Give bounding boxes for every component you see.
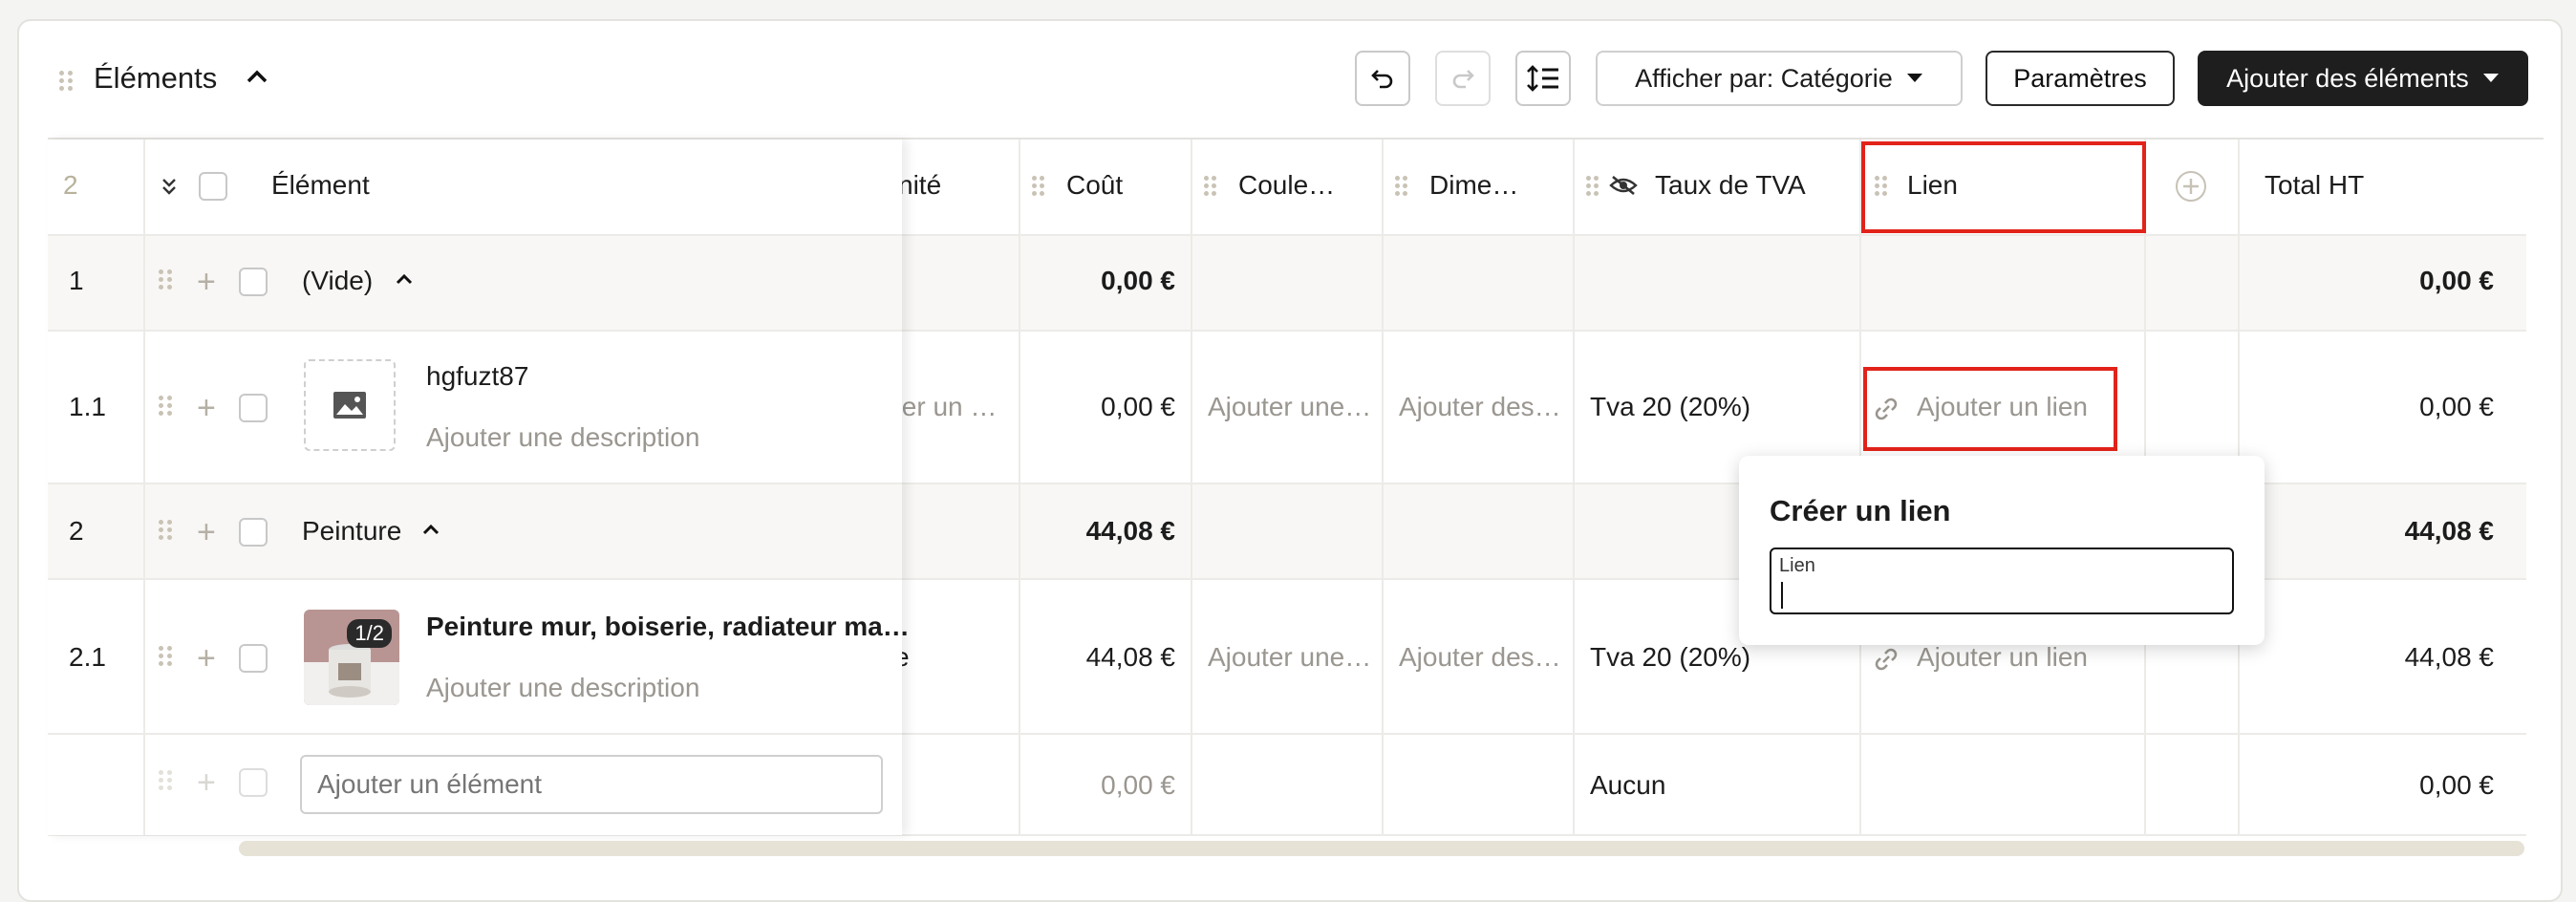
- row-count: 2: [63, 170, 78, 200]
- line-height-icon: [1527, 65, 1558, 92]
- row-drag-icon: [159, 770, 172, 791]
- create-link-popover: Créer un lien Lien: [1739, 456, 2265, 645]
- select-all-checkbox[interactable]: [199, 172, 227, 201]
- element-description[interactable]: Ajouter une description: [426, 673, 699, 703]
- row-tva[interactable]: Tva 20 (20%): [1590, 642, 1750, 673]
- row-number: 1: [69, 266, 84, 295]
- add-row-plus-icon[interactable]: +: [197, 266, 216, 298]
- add-row-total: 0,00 €: [2419, 770, 2494, 800]
- row-checkbox: [239, 768, 268, 797]
- add-items-button[interactable]: Ajouter des éléments: [2198, 51, 2528, 106]
- row-drag-icon[interactable]: [159, 646, 172, 667]
- column-header-element[interactable]: Élément: [271, 170, 370, 201]
- row-total: 0,00 €: [2419, 392, 2494, 421]
- row-color[interactable]: Ajouter une…: [1208, 642, 1371, 673]
- undo-icon: [1371, 70, 1393, 89]
- row-checkbox[interactable]: [239, 518, 268, 547]
- eye-off-icon[interactable]: [1609, 174, 1638, 197]
- column-drag-icon[interactable]: [1395, 176, 1408, 197]
- redo-button[interactable]: [1435, 51, 1491, 106]
- column-drag-icon[interactable]: [1586, 176, 1599, 197]
- row-checkbox[interactable]: [239, 268, 268, 296]
- add-element-input[interactable]: [300, 755, 883, 814]
- element-name[interactable]: Peinture mur, boiserie, radiateur ma…: [426, 612, 910, 642]
- group-name[interactable]: (Vide): [302, 266, 373, 296]
- redo-icon: [1452, 70, 1474, 89]
- row-total: 44,08 €: [2404, 516, 2494, 546]
- row-total: 44,08 €: [2404, 642, 2494, 672]
- group-name[interactable]: Peinture: [302, 516, 401, 547]
- collapse-chevron-icon[interactable]: [394, 269, 415, 290]
- row-number: 1.1: [69, 392, 106, 421]
- column-header-dimensions[interactable]: Dime…: [1429, 170, 1518, 201]
- image-count-badge: 1/2: [347, 619, 392, 648]
- element-description[interactable]: Ajouter une description: [426, 422, 699, 453]
- row-cost[interactable]: 0,00 €: [1022, 392, 1175, 422]
- row-cost[interactable]: 44,08 €: [1022, 516, 1175, 547]
- row-drag-icon[interactable]: [159, 269, 172, 290]
- row-drag-icon[interactable]: [159, 396, 172, 417]
- product-thumbnail[interactable]: 1/2: [304, 610, 399, 705]
- row-total: 0,00 €: [2419, 266, 2494, 295]
- add-row-plus-icon[interactable]: +: [197, 392, 216, 424]
- undo-button[interactable]: [1355, 51, 1410, 106]
- link-icon[interactable]: [1873, 646, 1900, 673]
- popover-title: Créer un lien: [1770, 494, 1951, 527]
- column-header-total[interactable]: Total HT: [2265, 170, 2364, 201]
- expand-all-icon[interactable]: [159, 176, 180, 197]
- add-column-icon[interactable]: [2175, 170, 2207, 203]
- row-density-button[interactable]: [1515, 51, 1571, 106]
- row-cost[interactable]: 0,00 €: [1022, 266, 1175, 296]
- row-number: 2.1: [69, 642, 106, 672]
- column-drag-icon[interactable]: [1032, 176, 1045, 197]
- row-dimensions[interactable]: Ajouter des…: [1399, 392, 1561, 422]
- link-input[interactable]: Lien: [1770, 548, 2234, 614]
- add-link-button[interactable]: Ajouter un lien: [1917, 642, 2088, 673]
- row-dimensions[interactable]: Ajouter des…: [1399, 642, 1561, 673]
- row-number: 2: [69, 516, 84, 546]
- column-header-couleur[interactable]: Coule…: [1238, 170, 1335, 201]
- column-header-cout[interactable]: Coût: [1066, 170, 1123, 201]
- image-placeholder[interactable]: [304, 359, 396, 451]
- highlight-lien-header: [1861, 141, 2146, 233]
- add-row-cost: 0,00 €: [1101, 770, 1175, 800]
- row-drag-icon[interactable]: [159, 520, 172, 541]
- add-row-plus-icon[interactable]: +: [197, 516, 216, 548]
- column-header-unite[interactable]: nité: [898, 170, 941, 201]
- row-checkbox[interactable]: [239, 644, 268, 673]
- frozen-columns: 2 Élément 1 + (Vide) 1.1 + hgfuzt87 Ajou…: [48, 140, 910, 835]
- add-row-plus-icon: +: [197, 764, 216, 801]
- row-unit[interactable]: ter un …: [894, 392, 997, 422]
- image-icon: [333, 392, 366, 419]
- items-header: Éléments Afficher par: Catégorie Paramèt…: [19, 21, 2561, 140]
- row-checkbox[interactable]: [239, 394, 268, 422]
- add-row-tva: Aucun: [1590, 770, 1666, 800]
- text-cursor: [1781, 582, 1783, 609]
- column-header-tva[interactable]: Taux de TVA: [1655, 170, 1806, 201]
- horizontal-scrollbar[interactable]: [239, 841, 2524, 856]
- drag-handle-icon[interactable]: [59, 71, 73, 92]
- row-tva[interactable]: Tva 20 (20%): [1590, 392, 1750, 422]
- link-input-label: Lien: [1779, 555, 1815, 576]
- column-drag-icon[interactable]: [1204, 176, 1217, 197]
- caret-down-icon: [2482, 74, 2499, 82]
- section-title: Éléments: [94, 61, 218, 95]
- row-cost[interactable]: 44,08 €: [1022, 642, 1175, 673]
- row-color[interactable]: Ajouter une…: [1208, 392, 1371, 422]
- collapse-chevron-icon[interactable]: [245, 65, 269, 95]
- settings-button[interactable]: Paramètres: [1986, 51, 2175, 106]
- caret-down-icon: [1906, 74, 1922, 82]
- collapse-chevron-icon[interactable]: [420, 520, 441, 541]
- element-name[interactable]: hgfuzt87: [426, 361, 528, 392]
- highlight-add-link: [1863, 367, 2117, 451]
- group-by-select[interactable]: Afficher par: Catégorie: [1596, 51, 1963, 106]
- add-row-plus-icon[interactable]: +: [197, 642, 216, 675]
